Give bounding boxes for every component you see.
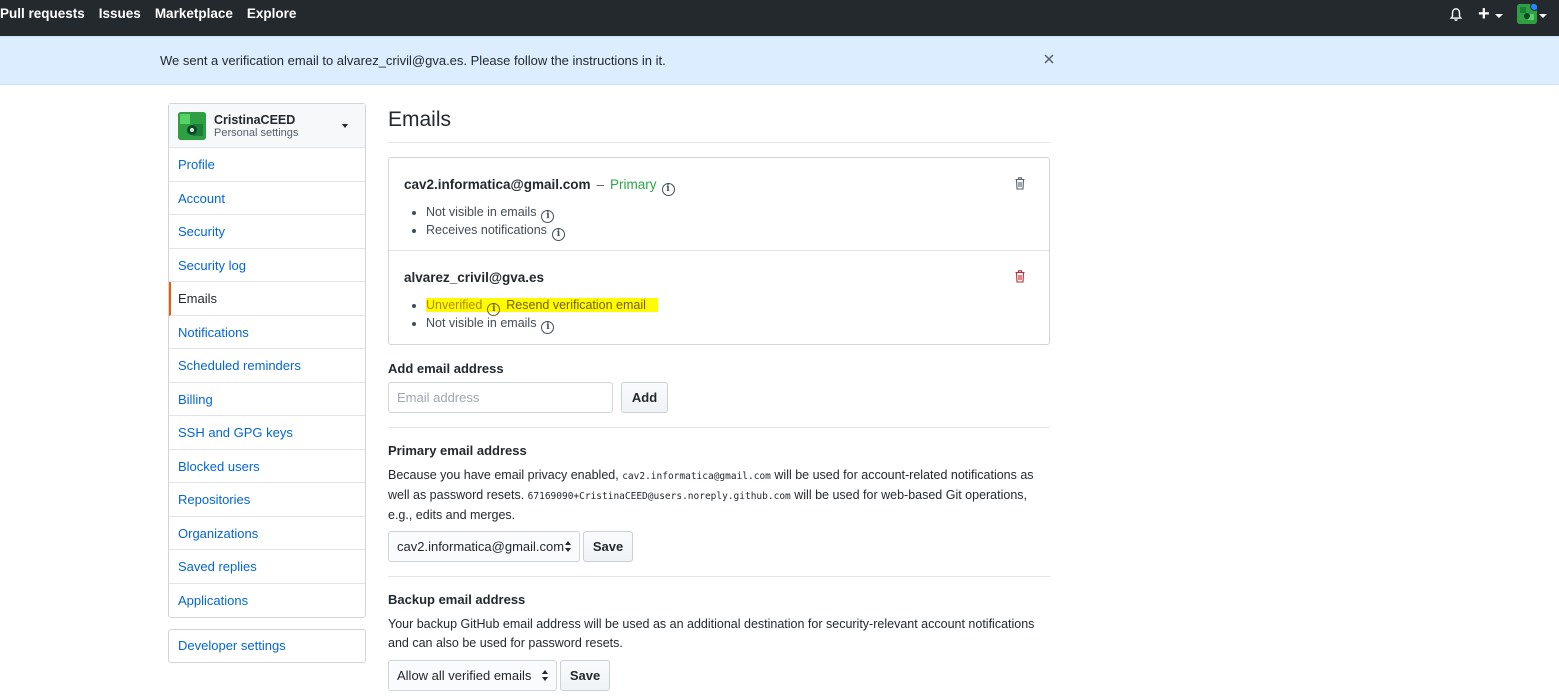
- sidebar-item-profile[interactable]: Profile: [169, 148, 365, 182]
- chevron-down-icon[interactable]: [342, 124, 348, 128]
- email-item-unverified: alvarez_crivil@gva.es UnverifiediResend …: [389, 251, 1049, 344]
- divider: [388, 576, 1050, 577]
- primary-email-code: cav2.informatica@gmail.com: [622, 471, 771, 482]
- avatar[interactable]: [1517, 4, 1537, 24]
- highlighted-status: Unverified i Resend verification email: [426, 298, 658, 316]
- trash-icon[interactable]: [1015, 270, 1025, 283]
- divider: [388, 427, 1050, 428]
- email-item-primary: cav2.informatica@gmail.com–Primary i Not …: [389, 158, 1049, 251]
- plus-icon[interactable]: +: [1478, 4, 1490, 24]
- select-arrows-icon: [542, 670, 549, 682]
- primary-email-select[interactable]: cav2.informatica@gmail.com: [388, 531, 580, 562]
- add-email-button[interactable]: Add: [621, 382, 668, 413]
- email-address-text: cav2.informatica@gmail.com: [404, 177, 591, 192]
- info-icon[interactable]: i: [541, 321, 555, 334]
- selected-option: cav2.informatica@gmail.com: [397, 539, 565, 554]
- avatar-image: [178, 112, 206, 140]
- bell-icon[interactable]: [1449, 8, 1463, 22]
- backup-email-label: Backup email address: [388, 592, 526, 607]
- chevron-down-icon[interactable]: [1495, 14, 1503, 18]
- sidebar-item-saved-replies[interactable]: Saved replies: [169, 550, 365, 584]
- developer-settings-box: Developer settings: [168, 629, 366, 663]
- select-arrows-icon: [565, 541, 572, 553]
- developer-settings-link[interactable]: Developer settings: [169, 630, 365, 662]
- sidebar-item-scheduled-reminders[interactable]: Scheduled reminders: [169, 349, 365, 383]
- email-properties: UnverifiediResend verification email Not…: [411, 296, 658, 334]
- list-item: Receives notifications i: [426, 221, 565, 241]
- primary-badge: Primary: [610, 177, 657, 192]
- context-switcher[interactable]: CristinaCEED Personal settings: [169, 104, 365, 148]
- not-visible-label: Not visible in emails: [426, 316, 537, 330]
- nav-pull-requests[interactable]: Pull requests: [0, 6, 85, 21]
- divider: [388, 142, 1050, 143]
- sidebar-item-security-log[interactable]: Security log: [169, 249, 365, 282]
- notification-dot: [1530, 4, 1537, 11]
- not-visible-label: Not visible in emails: [426, 205, 537, 219]
- selected-option: Allow all verified emails: [397, 668, 532, 683]
- list-item: Not visible in emails i: [426, 314, 658, 334]
- add-email-label: Add email address: [388, 361, 504, 376]
- close-icon[interactable]: [1043, 53, 1055, 65]
- chevron-down-icon[interactable]: [1539, 14, 1547, 18]
- top-nav: Pull requests Issues Marketplace Explore…: [0, 0, 1559, 36]
- personal-settings-label: Personal settings: [214, 127, 299, 139]
- username: CristinaCEED: [214, 113, 296, 127]
- save-primary-button[interactable]: Save: [583, 531, 633, 562]
- email-address: alvarez_crivil@gva.es: [404, 270, 544, 285]
- nav-issues[interactable]: Issues: [99, 6, 141, 21]
- primary-email-description: Because you have email privacy enabled, …: [388, 466, 1048, 525]
- sidebar-item-security[interactable]: Security: [169, 215, 365, 249]
- trash-icon[interactable]: [1015, 177, 1025, 190]
- info-icon[interactable]: i: [551, 228, 565, 241]
- email-address-input[interactable]: [388, 382, 613, 413]
- primary-email-label: Primary email address: [388, 443, 527, 458]
- flash-banner: We sent a verification email to alvarez_…: [0, 36, 1559, 85]
- settings-sidebar: CristinaCEED Personal settings Profile A…: [168, 103, 366, 618]
- nav-links: Pull requests Issues Marketplace Explore: [0, 6, 296, 21]
- resend-verification-link[interactable]: Resend verification email: [506, 298, 646, 312]
- page-title: Emails: [388, 108, 452, 131]
- email-address: cav2.informatica@gmail.com – Primary i: [404, 177, 675, 196]
- email-properties: Not visible in emailsi Receives notifica…: [411, 203, 565, 241]
- backup-email-select[interactable]: Allow all verified emails: [388, 660, 557, 691]
- nav-explore[interactable]: Explore: [247, 6, 297, 21]
- sidebar-item-applications[interactable]: Applications: [169, 584, 365, 618]
- unverified-label: Unverified: [426, 298, 483, 312]
- noreply-email-code: 67169090+CristinaCEED@users.noreply.gith…: [527, 491, 791, 502]
- receives-notifications-label: Receives notifications: [426, 223, 547, 237]
- nav-marketplace[interactable]: Marketplace: [155, 6, 233, 21]
- description-text: Because you have email privacy enabled,: [388, 468, 619, 482]
- sidebar-item-emails[interactable]: Emails: [169, 282, 365, 316]
- email-address-text: alvarez_crivil@gva.es: [404, 270, 545, 285]
- separator-dash: –: [596, 177, 604, 192]
- sidebar-item-billing[interactable]: Billing: [169, 383, 365, 416]
- list-item: Not visible in emailsi: [426, 203, 565, 223]
- sidebar-item-blocked-users[interactable]: Blocked users: [169, 450, 365, 483]
- list-item: UnverifiediResend verification email: [426, 296, 658, 316]
- sidebar-item-account[interactable]: Account: [169, 182, 365, 215]
- email-list: cav2.informatica@gmail.com–Primary i Not …: [388, 157, 1050, 345]
- save-backup-button[interactable]: Save: [560, 660, 610, 691]
- user-avatar: [178, 112, 206, 140]
- info-icon[interactable]: i: [661, 183, 675, 196]
- sidebar-item-organizations[interactable]: Organizations: [169, 517, 365, 550]
- backup-email-description: Your backup GitHub email address will be…: [388, 617, 1035, 650]
- sidebar-item-ssh-gpg-keys[interactable]: SSH and GPG keys: [169, 416, 365, 450]
- sidebar-item-repositories[interactable]: Repositories: [169, 483, 365, 517]
- flash-message: We sent a verification email to alvarez_…: [160, 53, 666, 68]
- sidebar-item-notifications[interactable]: Notifications: [169, 316, 365, 349]
